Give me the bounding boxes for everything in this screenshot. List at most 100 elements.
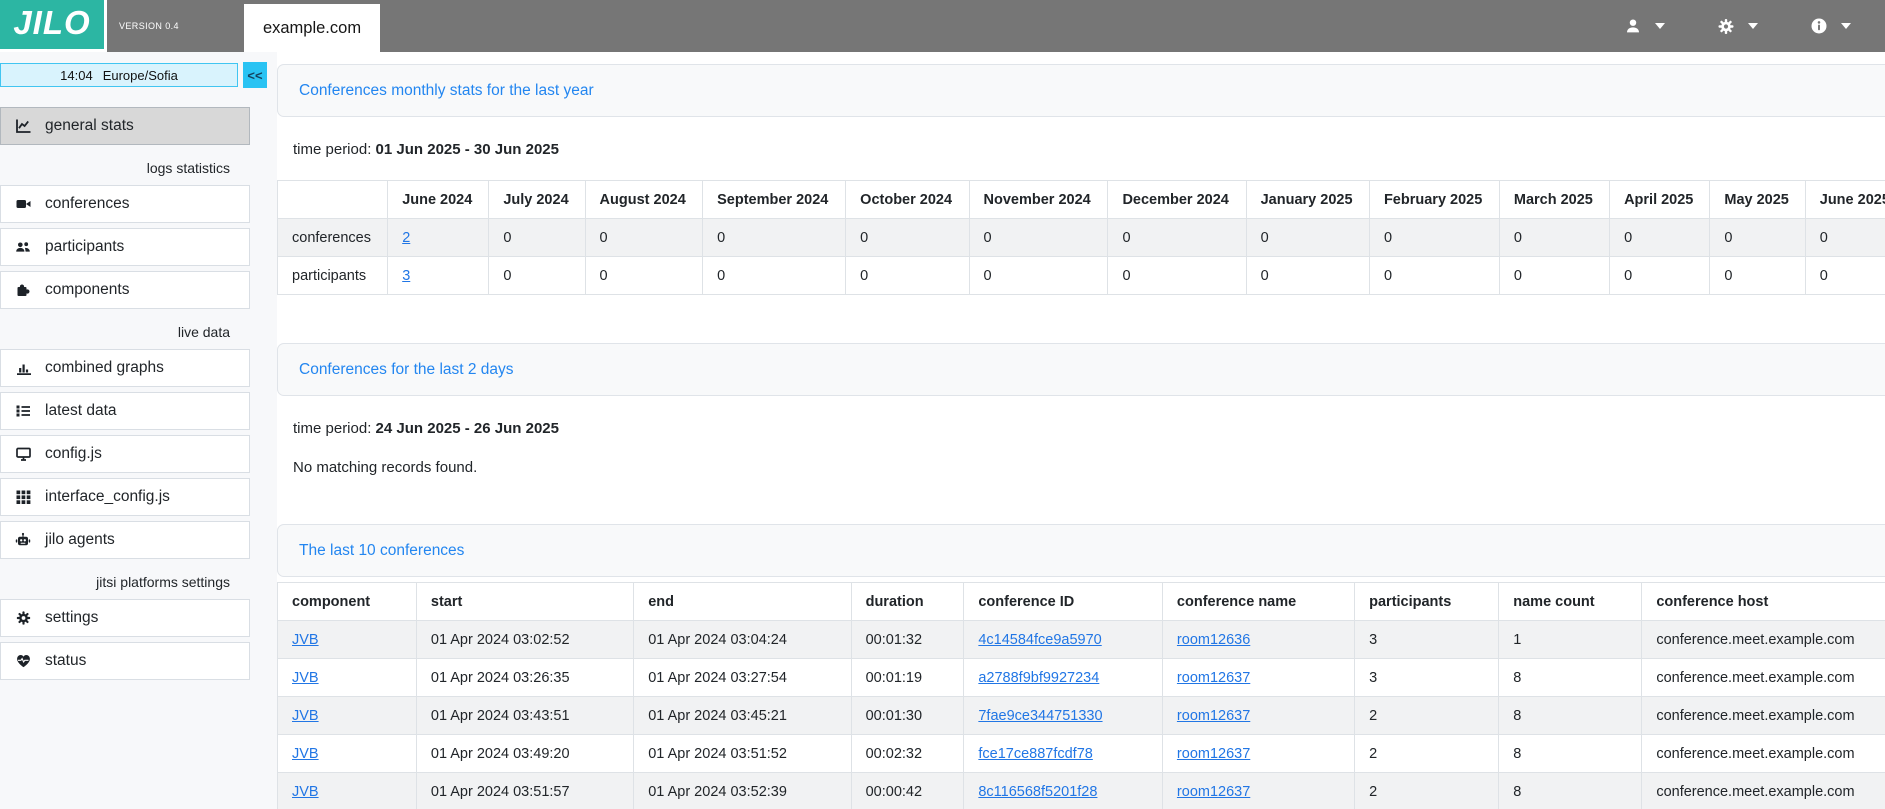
table-link[interactable]: room12637	[1177, 746, 1250, 762]
table-cell: conference.meet.example.com	[1642, 735, 1885, 773]
table-cell: 8	[1499, 697, 1642, 735]
table-row: conferences2000000000000	[278, 219, 1885, 257]
sidebar-collapse-button[interactable]: <<	[243, 62, 267, 88]
table-cell: 0	[969, 219, 1108, 257]
robot-icon	[14, 532, 32, 548]
table-link[interactable]: 7fae9ce344751330	[978, 708, 1102, 724]
table-cell: JVB	[278, 773, 417, 809]
last-10-conferences-table: componentstartenddurationconference IDco…	[277, 582, 1885, 809]
table-link[interactable]: JVB	[292, 708, 319, 724]
table-cell: 0	[846, 257, 969, 295]
column-header: duration	[851, 583, 964, 621]
table-cell: 00:02:32	[851, 735, 964, 773]
puzzle-icon	[14, 282, 32, 298]
card-last-2-days: Conferences for the last 2 days	[277, 343, 1885, 396]
time-period-value: 24 Jun 2025 - 26 Jun 2025	[376, 420, 559, 437]
settings-menu[interactable]	[1707, 18, 1768, 34]
table-link[interactable]: JVB	[292, 784, 319, 800]
last2days-time-period: time period: 24 Jun 2025 - 26 Jun 2025	[293, 420, 1885, 437]
table-cell: 2	[388, 219, 489, 257]
table-link[interactable]: a2788f9bf9927234	[978, 670, 1099, 686]
sidebar-item-general-stats[interactable]: general stats	[0, 107, 250, 145]
table-row: JVB01 Apr 2024 03:02:5201 Apr 2024 03:04…	[278, 621, 1885, 659]
table-link[interactable]: fce17ce887fcdf78	[978, 746, 1092, 762]
monitor-icon	[14, 446, 32, 462]
sidebar-item-label: status	[45, 652, 86, 670]
column-header: conference host	[1642, 583, 1885, 621]
table-link[interactable]: room12637	[1177, 784, 1250, 800]
sidebar: 14:04 Europe/Sofia << general stats logs…	[0, 52, 277, 809]
no-records-message: No matching records found.	[293, 459, 1885, 476]
table-cell: 0	[585, 257, 703, 295]
sidebar-item-components[interactable]: components	[0, 271, 250, 309]
clock-time: 14:04	[60, 68, 93, 83]
table-link[interactable]: 4c14584fce9a5970	[978, 632, 1101, 648]
table-link[interactable]: 2	[402, 230, 410, 246]
app-logo-text: JILO	[13, 4, 90, 45]
sidebar-item-label: jilo agents	[45, 531, 115, 549]
column-header: April 2025	[1610, 181, 1710, 219]
sidebar-item-settings[interactable]: settings	[0, 599, 250, 637]
app-logo[interactable]: JILO	[0, 0, 107, 52]
table-row: JVB01 Apr 2024 03:26:3501 Apr 2024 03:27…	[278, 659, 1885, 697]
table-cell: 0	[1610, 219, 1710, 257]
table-link[interactable]: 3	[402, 268, 410, 284]
table-cell: conference.meet.example.com	[1642, 621, 1885, 659]
chart-line-icon	[14, 118, 32, 134]
sidebar-item-participants[interactable]: participants	[0, 228, 250, 266]
table-cell: JVB	[278, 735, 417, 773]
table-cell: JVB	[278, 697, 417, 735]
table-row: JVB01 Apr 2024 03:49:2001 Apr 2024 03:51…	[278, 735, 1885, 773]
chevron-down-icon	[1748, 23, 1758, 29]
table-cell: 0	[1805, 257, 1885, 295]
table-cell: 0	[1499, 219, 1609, 257]
sidebar-item-label: general stats	[45, 117, 134, 135]
table-cell: 0	[703, 219, 846, 257]
table-cell: conference.meet.example.com	[1642, 659, 1885, 697]
table-cell: 0	[1246, 257, 1369, 295]
sidebar-item-conferences[interactable]: conferences	[0, 185, 250, 223]
table-cell: 0	[969, 257, 1108, 295]
info-menu[interactable]	[1800, 18, 1861, 34]
table-cell: room12637	[1162, 735, 1354, 773]
topbar-menus	[1614, 0, 1885, 52]
table-cell: 8c116568f5201f28	[964, 773, 1163, 809]
table-cell: 00:01:32	[851, 621, 964, 659]
table-cell: 01 Apr 2024 03:43:51	[416, 697, 633, 735]
table-cell: 2	[1355, 735, 1499, 773]
sidebar-item-combined-graphs[interactable]: combined graphs	[0, 349, 250, 387]
card-title-last-2-days: Conferences for the last 2 days	[299, 361, 514, 379]
table-cell: 01 Apr 2024 03:26:35	[416, 659, 633, 697]
table-cell: 4c14584fce9a5970	[964, 621, 1163, 659]
sidebar-item-interface-config-js[interactable]: interface_config.js	[0, 478, 250, 516]
column-header: August 2024	[585, 181, 703, 219]
table-row: participants3000000000000	[278, 257, 1885, 295]
table-link[interactable]: room12636	[1177, 632, 1250, 648]
table-row: JVB01 Apr 2024 03:51:5701 Apr 2024 03:52…	[278, 773, 1885, 809]
table-link[interactable]: JVB	[292, 632, 319, 648]
heart-pulse-icon	[14, 653, 32, 669]
clock-display: 14:04 Europe/Sofia	[0, 63, 238, 87]
platform-tab-example-com[interactable]: example.com	[244, 4, 380, 52]
sidebar-item-latest-data[interactable]: latest data	[0, 392, 250, 430]
table-link[interactable]: 8c116568f5201f28	[978, 784, 1097, 800]
sidebar-item-jilo-agents[interactable]: jilo agents	[0, 521, 250, 559]
table-cell: 0	[1108, 219, 1246, 257]
table-cell: room12637	[1162, 773, 1354, 809]
table-link[interactable]: JVB	[292, 670, 319, 686]
sidebar-item-status[interactable]: status	[0, 642, 250, 680]
users-icon	[14, 239, 32, 255]
user-menu[interactable]	[1614, 18, 1675, 34]
sidebar-item-config-js[interactable]: config.js	[0, 435, 250, 473]
table-cell: 01 Apr 2024 03:49:20	[416, 735, 633, 773]
table-cell: 0	[1710, 257, 1805, 295]
sidebar-item-label: components	[45, 281, 129, 299]
table-header-row: componentstartenddurationconference IDco…	[278, 583, 1885, 621]
table-link[interactable]: room12637	[1177, 708, 1250, 724]
table-link[interactable]: JVB	[292, 746, 319, 762]
column-header	[278, 181, 388, 219]
sidebar-item-label: latest data	[45, 402, 117, 420]
column-header: conference ID	[964, 583, 1163, 621]
column-header: conference name	[1162, 583, 1354, 621]
table-link[interactable]: room12637	[1177, 670, 1250, 686]
